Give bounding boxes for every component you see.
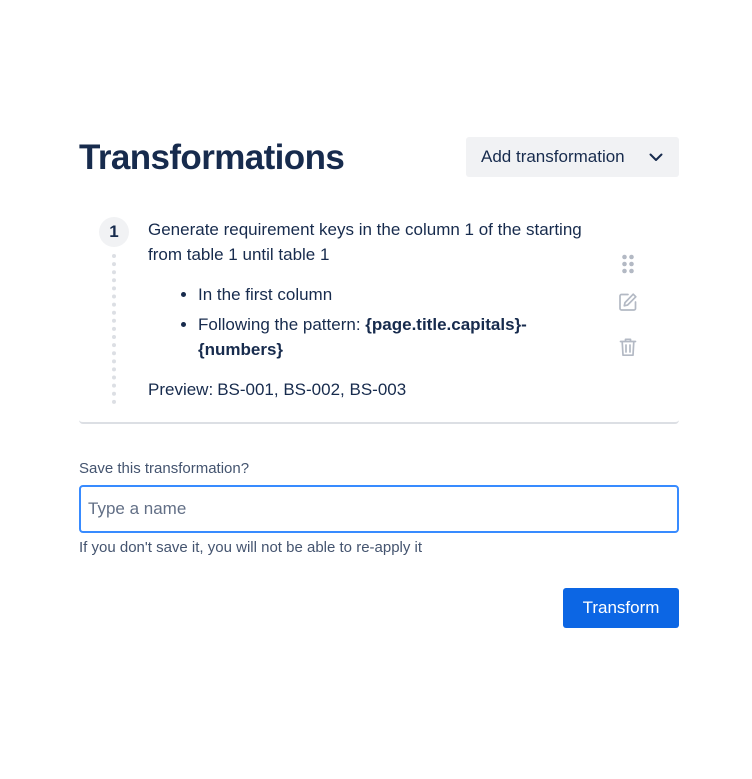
- add-transformation-label: Add transformation: [481, 147, 625, 166]
- chevron-down-icon: [648, 149, 664, 165]
- step-connector-line: [112, 254, 116, 404]
- transform-button[interactable]: Transform: [563, 588, 679, 628]
- card-actions: [617, 253, 639, 358]
- edit-icon[interactable]: [617, 291, 639, 313]
- save-transformation-label: Save this transformation?: [79, 460, 250, 477]
- save-helper-text: If you don't save it, you will not be ab…: [79, 539, 423, 556]
- add-transformation-button[interactable]: Add transformation: [466, 137, 679, 177]
- preview-label: Preview:: [148, 380, 214, 399]
- option-pattern-prefix: Following the pattern:: [198, 315, 361, 334]
- preview-line: Preview: BS-001, BS-002, BS-003: [148, 377, 588, 402]
- transformation-options-list: In the first column Following the patter…: [148, 282, 588, 362]
- list-item: In the first column: [198, 282, 588, 307]
- transformation-card: 1 Generate requirement keys in the colum…: [79, 206, 679, 424]
- transformation-details: Generate requirement keys in the column …: [148, 217, 588, 402]
- transformation-description: Generate requirement keys in the column …: [148, 220, 582, 264]
- page-title: Transformations: [79, 138, 345, 177]
- step-number-badge: 1: [99, 217, 129, 247]
- list-item: Following the pattern: {page.title.capit…: [198, 312, 588, 362]
- preview-value: BS-001, BS-002, BS-003: [217, 380, 407, 399]
- option-column-text: In the first column: [198, 285, 333, 304]
- drag-handle-icon[interactable]: [617, 253, 639, 275]
- transformation-name-input[interactable]: [79, 485, 679, 533]
- trash-icon[interactable]: [617, 336, 639, 358]
